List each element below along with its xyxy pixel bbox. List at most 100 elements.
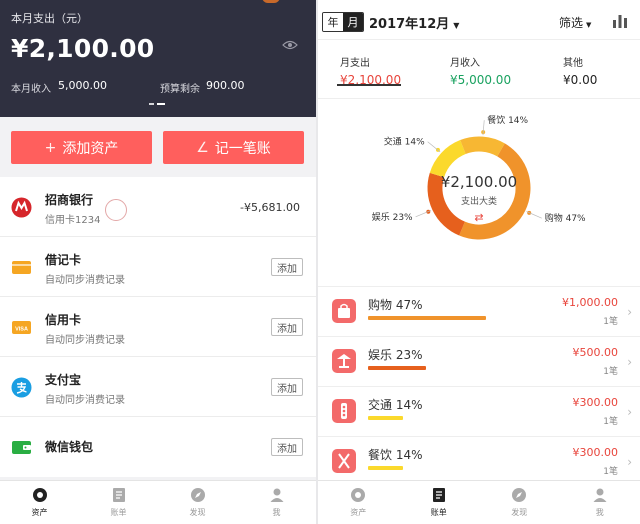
add-button[interactable]: 添加 — [271, 318, 303, 336]
active-summary-underline — [337, 84, 401, 86]
category-count: 1笔 — [603, 317, 618, 327]
tab-year[interactable]: 年 — [323, 13, 343, 31]
category-amount: ¥300.00 — [572, 396, 619, 409]
category-row[interactable]: 餐饮 14% ¥300.00 1笔 › — [318, 436, 640, 486]
summary-key: 其他 — [563, 58, 583, 69]
category-label: 餐饮 14% — [368, 448, 423, 462]
donut-callout-label: 购物 47% — [545, 212, 586, 224]
category-count: 1笔 — [603, 417, 618, 427]
tab-label: 账单 — [430, 508, 447, 517]
monthly-expense-amount: ¥2,100.00 — [11, 34, 155, 63]
callout-line — [526, 211, 542, 219]
list-item[interactable]: 微信钱包 添加 — [0, 417, 316, 477]
donut-callout-label: 餐饮 14% — [487, 114, 528, 126]
bills-tab-icon — [432, 488, 445, 502]
callout-line — [427, 141, 441, 153]
category-bar — [368, 416, 403, 420]
list-item[interactable]: VISA 信用卡 自动同步消费记录 添加 — [0, 297, 316, 357]
donut-callout-label: 交通 14% — [384, 136, 425, 148]
record-entry-button[interactable]: ∠ 记一笔账 — [163, 131, 304, 164]
tab-discover[interactable]: 发现 — [479, 481, 560, 524]
chevron-right-icon: › — [627, 305, 632, 319]
caret-down-icon: ▼ — [453, 21, 460, 30]
assets-tab-icon — [32, 488, 47, 502]
summary-value: ¥5,000.00 — [450, 73, 512, 87]
summary-income[interactable]: 月收入 ¥5,000.00 — [450, 54, 511, 87]
expense-donut-chart[interactable]: ¥2,100.00 支出大类 ⇄ 购物 47% 娱乐 23% 交通 14% 餐饮 14… — [318, 100, 640, 278]
summary-other[interactable]: 其他 ¥0.00 — [563, 54, 597, 87]
donut-segment[interactable] — [429, 140, 467, 178]
cmb-bank-icon — [11, 197, 32, 218]
summary-value: ¥0.00 — [563, 73, 598, 87]
debit-card-icon — [12, 261, 31, 274]
monthly-expense-label: 本月支出（元） — [11, 12, 88, 25]
chevron-right-icon: › — [627, 405, 632, 419]
category-row[interactable]: 娱乐 23% ¥500.00 1笔 › — [318, 336, 640, 386]
filter-label: 筛选 — [559, 16, 584, 30]
month-selector[interactable]: 2017年12月 ▼ — [369, 13, 459, 32]
account-subtitle: 信用卡1234 — [45, 215, 101, 226]
list-item[interactable]: 支付宝 自动同步消费记录 添加 — [0, 357, 316, 417]
assets-tab-icon — [351, 488, 366, 502]
donut-segment[interactable] — [460, 136, 505, 157]
account-name: 招商银行 — [45, 193, 94, 207]
add-button[interactable]: 添加 — [271, 438, 303, 456]
account-name: 微信钱包 — [45, 440, 94, 454]
list-item[interactable]: 招商银行 信用卡1234 -¥5,681.00 — [0, 177, 316, 237]
bills-screen: 年 月 2017年12月 ▼ 筛选 ▼ 月支出 ¥2,100.00 月收入 ¥5,0… — [318, 0, 640, 524]
add-button[interactable]: 添加 — [271, 378, 303, 396]
swap-icon[interactable]: ⇄ — [474, 211, 483, 224]
category-row[interactable]: 购物 47% ¥1,000.00 1笔 › — [318, 286, 640, 336]
add-button[interactable]: 添加 — [271, 258, 303, 276]
wechat-wallet-icon — [12, 441, 31, 454]
eye-icon[interactable] — [282, 40, 298, 50]
budget-remaining-value: 900.00 — [206, 79, 245, 92]
category-count: 1笔 — [603, 367, 618, 377]
add-asset-button[interactable]: + 添加资产 — [11, 131, 152, 164]
account-list: 招商银行 信用卡1234 -¥5,681.00 借记卡 自动同步消费记录 添加 … — [0, 177, 316, 477]
tab-label: 我 — [595, 508, 604, 517]
month-label: 2017年12月 — [369, 17, 450, 32]
category-count: 1笔 — [603, 467, 618, 477]
filter-button[interactable]: 筛选 ▼ — [559, 14, 591, 31]
tab-month[interactable]: 月 — [343, 13, 363, 31]
category-label: 购物 47% — [368, 298, 423, 312]
period-toggle: 年 月 — [322, 12, 364, 32]
tab-label: 发现 — [189, 508, 206, 517]
assets-screen: 本月支出（元） ¥2,100.00 本月收入 5,000.00 预算剩余 900… — [0, 0, 316, 524]
account-subtitle: 自动同步消费记录 — [45, 335, 125, 346]
tab-me[interactable]: 我 — [560, 481, 640, 524]
compass-icon — [512, 488, 527, 502]
tab-assets[interactable]: 资产 — [0, 481, 79, 524]
page-indicator — [149, 103, 169, 106]
category-label: 交通 14% — [368, 398, 423, 412]
list-item[interactable]: 借记卡 自动同步消费记录 添加 — [0, 237, 316, 297]
caret-down-icon: ▼ — [586, 21, 592, 29]
tab-label: 发现 — [511, 508, 528, 517]
visa-card-icon: VISA — [12, 321, 31, 334]
tab-assets[interactable]: 资产 — [318, 481, 399, 524]
tab-discover[interactable]: 发现 — [158, 481, 237, 524]
bottom-tab-bar: 资产 账单 发现 我 — [0, 480, 316, 524]
tab-me[interactable]: 我 — [237, 481, 316, 524]
tab-bills[interactable]: 账单 — [399, 481, 480, 524]
chevron-right-icon: › — [627, 355, 632, 369]
monthly-summary-header: 本月支出（元） ¥2,100.00 本月收入 5,000.00 预算剩余 900… — [0, 0, 316, 117]
bottom-tab-bar: 资产 账单 发现 我 — [318, 480, 640, 524]
tab-bills[interactable]: 账单 — [79, 481, 158, 524]
bills-tab-icon — [112, 488, 125, 502]
record-entry-label: 记一笔账 — [214, 140, 271, 157]
bar-chart-icon[interactable] — [612, 14, 628, 28]
summary-expense[interactable]: 月支出 ¥2,100.00 — [340, 54, 401, 87]
svg-text:VISA: VISA — [15, 327, 28, 333]
user-icon — [593, 488, 607, 502]
category-row[interactable]: 交通 14% ¥300.00 1笔 › — [318, 386, 640, 436]
stamp-icon — [105, 199, 127, 221]
donut-callout-label: 娱乐 23% — [372, 211, 413, 223]
tab-label: 资产 — [350, 508, 367, 517]
alipay-icon — [11, 377, 32, 398]
budget-remaining-label: 预算剩余 — [160, 84, 200, 95]
category-label: 娱乐 23% — [368, 348, 423, 362]
monthly-income-value: 5,000.00 — [58, 79, 107, 92]
user-icon — [270, 488, 283, 502]
